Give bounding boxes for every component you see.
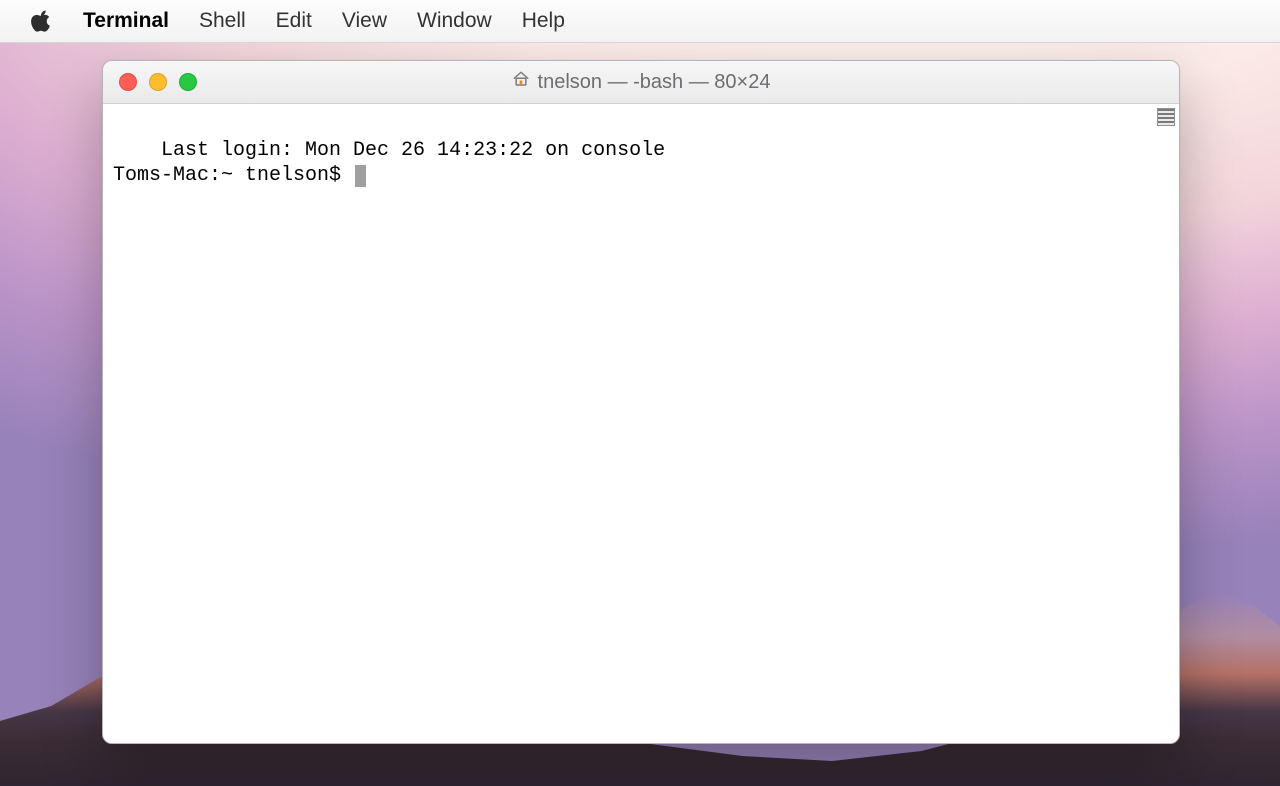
home-icon [512,70,530,94]
terminal-prompt: Toms-Mac:~ tnelson$ [113,164,353,187]
window-titlebar[interactable]: tnelson — -bash — 80×24 [103,61,1179,104]
menu-edit[interactable]: Edit [261,9,327,33]
menu-help[interactable]: Help [507,9,580,33]
terminal-window: tnelson — -bash — 80×24 Last login: Mon … [102,60,1180,744]
terminal-output-area[interactable]: Last login: Mon Dec 26 14:23:22 on conso… [103,104,1179,743]
window-close-button[interactable] [119,73,137,91]
menu-shell[interactable]: Shell [184,9,261,33]
window-title-text: tnelson — -bash — 80×24 [538,71,771,94]
menu-window[interactable]: Window [402,9,507,33]
scroll-indicator-icon[interactable] [1157,108,1175,126]
apple-logo-icon [30,9,52,33]
macos-menu-bar: Terminal Shell Edit View Window Help [0,0,1280,43]
terminal-cursor [355,165,366,187]
terminal-last-login-line: Last login: Mon Dec 26 14:23:22 on conso… [161,139,665,162]
apple-menu[interactable] [10,9,68,33]
window-traffic-lights [103,73,197,91]
menu-app-name[interactable]: Terminal [68,9,184,33]
window-title: tnelson — -bash — 80×24 [103,70,1179,94]
window-minimize-button[interactable] [149,73,167,91]
menu-view[interactable]: View [327,9,402,33]
window-zoom-button[interactable] [179,73,197,91]
